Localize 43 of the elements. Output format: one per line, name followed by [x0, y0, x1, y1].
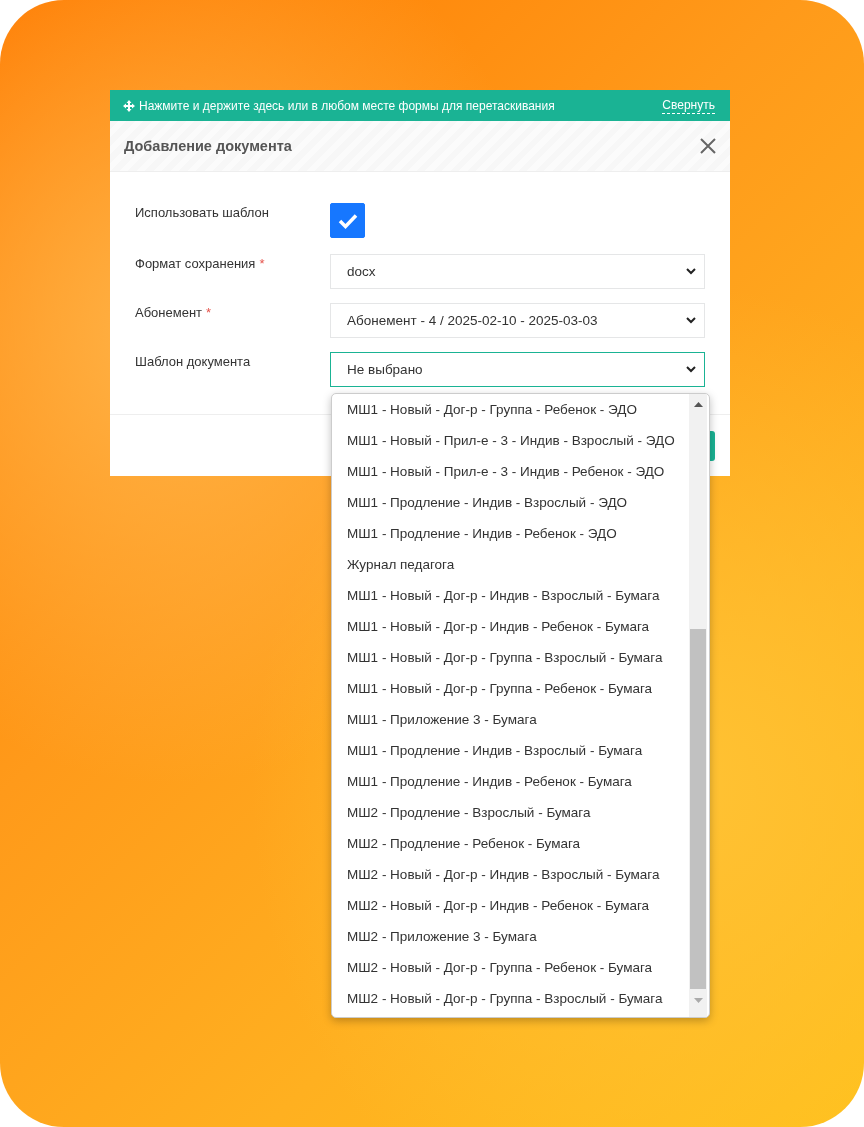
close-button[interactable] [700, 138, 716, 154]
dropdown-option[interactable]: МШ1 - Продление - Индив - Ребенок - Бумага [332, 766, 689, 797]
dropdown-option[interactable]: МШ1 - Новый - Дог-р - Группа - Ребенок - ЭДО [332, 394, 689, 425]
dropdown-option[interactable]: МШ1 - Новый - Дог-р - Группа - Взрослый - Бумага [332, 642, 689, 673]
field-label: Абонемент [135, 305, 203, 320]
chevron-down-icon [686, 366, 696, 373]
field-label: Формат сохранения [135, 256, 256, 271]
move-icon [123, 99, 135, 112]
dropdown-option[interactable]: МШ1 - Новый - Дог-р - Группа - Ребенок - Бумага [332, 673, 689, 704]
checkmark-icon [337, 212, 358, 229]
close-icon [700, 138, 716, 154]
required-mark: * [259, 256, 265, 271]
dropdown-option[interactable]: МШ2 - Новый - Дог-р - Группа - Ребенок - Бумага [332, 952, 689, 983]
required-mark: * [206, 305, 212, 320]
scrollbar[interactable] [689, 394, 707, 1017]
dropdown-option[interactable]: МШ2 - Продление - Взрослый - Бумага [332, 797, 689, 828]
dropdown-option[interactable]: МШ1 - Новый - Дог-р - Индив - Ребенок - Бумага [332, 611, 689, 642]
dropdown-option[interactable]: МШ1 - Продление - Индив - Ребенок - ЭДО [332, 518, 689, 549]
field-label: Шаблон документа [135, 354, 251, 369]
dropdown-option[interactable]: МШ2 - Новый - Дог-р - Индив - Взрослый - Бумага [332, 859, 689, 890]
dropdown-option[interactable]: МШ1 - Приложение 3 - Бумага [332, 704, 689, 735]
scroll-down-icon [693, 998, 703, 1003]
scroll-up-icon [693, 402, 703, 407]
scrollbar-thumb[interactable] [690, 629, 706, 989]
dialog-title: Добавление документа [124, 138, 292, 154]
dropdown-option[interactable]: Журнал педагога [332, 549, 689, 580]
field-label: Использовать шаблон [135, 205, 269, 220]
dropdown-option[interactable]: МШ1 - Новый - Прил-е - 3 - Индив - Взрослый - ЭДО [332, 425, 689, 456]
checkbox[interactable] [330, 203, 365, 238]
dropdown-option[interactable]: МШ2 - Новый - Дог-р - Индив - Ребенок - Бумага [332, 890, 689, 921]
dropdown-option[interactable]: МШ2 - Продление - Ребенок - Бумага [332, 828, 689, 859]
dropdown-option[interactable]: МШ1 - Новый - Дог-р - Индив - Взрослый - Бумага [332, 580, 689, 611]
dropdown-option[interactable]: МШ2 - Приложение 3 - Бумага [332, 921, 689, 952]
dropdown-option[interactable]: МШ2 - Новый - Дог-р - Группа - Взрослый - Бумага [332, 983, 689, 1014]
chevron-down-icon [686, 317, 696, 324]
dropdown-option[interactable]: МШ1 - Новый - Прил-е - 3 - Индив - Ребенок - ЭДО [332, 456, 689, 487]
select-field[interactable]: Абонемент - 4 / 2025-02-10 - 2025-03-03 [330, 303, 705, 338]
dropdown-option[interactable]: МШ1 - Продление - Индив - Взрослый - Бумага [332, 735, 689, 766]
select-field[interactable]: Не выбрано [330, 352, 705, 387]
select-field[interactable]: docx [330, 254, 705, 289]
dropdown-option[interactable]: МШ1 - Продление - Индив - Взрослый - ЭДО [332, 487, 689, 518]
drag-hint: Нажмите и держите здесь или в любом месте формы для перетаскивания [139, 98, 555, 113]
chevron-down-icon [686, 268, 696, 275]
